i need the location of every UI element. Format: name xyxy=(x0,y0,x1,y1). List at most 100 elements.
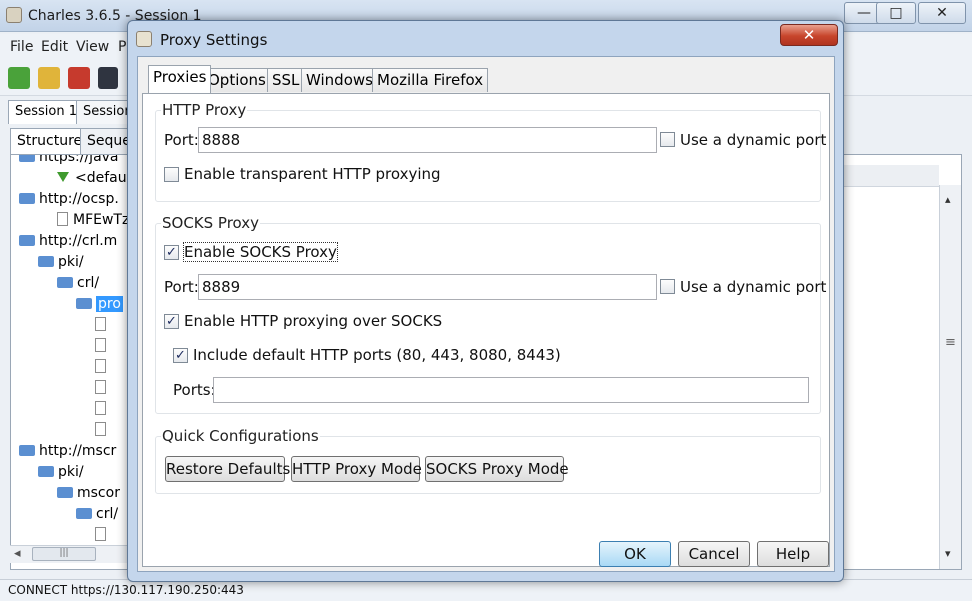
tree-row-label: pki/ xyxy=(58,464,84,480)
folder-icon xyxy=(19,235,35,246)
restore-defaults-button[interactable]: Restore Defaults xyxy=(165,456,290,482)
folder-icon xyxy=(57,487,73,498)
folder-icon xyxy=(19,193,35,204)
maximize-button[interactable]: □ xyxy=(876,2,916,24)
tree-row-label: crl/ xyxy=(77,275,100,291)
proxy-settings-dialog: Proxy Settings ✕ Proxies Options SSL Win… xyxy=(127,20,844,582)
socks-proxy-mode-button[interactable]: SOCKS Proxy Mode xyxy=(425,456,569,482)
tree-row-label: mscor xyxy=(77,485,120,501)
menu-edit[interactable]: Edit xyxy=(41,39,68,55)
scroll-grip-icon[interactable]: ≡ xyxy=(945,335,956,350)
tree-row-label: pki/ xyxy=(58,254,84,270)
menu-proxy[interactable]: P xyxy=(118,39,126,55)
transparent-proxying-checkbox[interactable] xyxy=(164,167,179,182)
tab-ssl[interactable]: SSL xyxy=(267,68,305,92)
tree-row-label: https://java xyxy=(39,154,119,165)
tree-row[interactable]: pro xyxy=(76,296,123,316)
tree-row[interactable]: mscor xyxy=(57,485,120,505)
tree-row[interactable]: crl/ xyxy=(57,275,99,295)
enable-socks-checkbox[interactable]: ✓ xyxy=(164,245,179,260)
dialog-app-icon xyxy=(136,31,152,47)
file-icon xyxy=(57,212,68,226)
tab-structure[interactable]: Structure xyxy=(10,128,90,154)
folder-icon xyxy=(76,508,92,519)
dialog-title: Proxy Settings xyxy=(160,31,268,49)
tree-row[interactable] xyxy=(95,401,111,421)
tree-row[interactable]: MFEwTz xyxy=(57,212,129,232)
tree-row[interactable]: https://java xyxy=(19,154,119,169)
http-over-socks-checkbox[interactable]: ✓ xyxy=(164,314,179,329)
tree-row[interactable]: <default xyxy=(57,170,136,190)
tree-row[interactable] xyxy=(95,317,111,337)
detail-panel: ▴ ≡ ▾ xyxy=(828,154,962,570)
download-arrow-icon xyxy=(57,172,69,182)
tree-row-label: pro xyxy=(96,296,123,312)
tree-row[interactable]: http://crl.m xyxy=(19,233,117,253)
socks-port-input[interactable] xyxy=(198,274,657,300)
http-over-socks-label[interactable]: Enable HTTP proxying over SOCKS xyxy=(184,312,442,330)
http-proxy-mode-button[interactable]: HTTP Proxy Mode xyxy=(291,456,422,482)
detail-vertical-scrollbar[interactable]: ▴ ≡ ▾ xyxy=(939,185,961,569)
tab-options[interactable]: Options xyxy=(203,68,271,92)
http-dynamic-port-label[interactable]: Use a dynamic port xyxy=(680,131,826,149)
tree-row[interactable] xyxy=(95,359,111,379)
scroll-thumb[interactable]: ||| xyxy=(32,547,96,561)
http-proxy-title: HTTP Proxy xyxy=(161,101,248,119)
file-icon xyxy=(95,338,106,352)
ports-input[interactable] xyxy=(213,377,809,403)
enable-socks-label[interactable]: Enable SOCKS Proxy xyxy=(183,242,338,262)
transparent-proxying-label[interactable]: Enable transparent HTTP proxying xyxy=(184,165,441,183)
new-session-icon[interactable] xyxy=(8,67,30,89)
close-session-icon[interactable] xyxy=(68,67,90,89)
ok-button[interactable]: OK xyxy=(599,541,671,567)
socks-dynamic-port-checkbox[interactable] xyxy=(660,279,675,294)
save-session-icon[interactable] xyxy=(98,67,118,89)
http-port-label: Port: xyxy=(164,131,199,149)
http-dynamic-port-checkbox[interactable] xyxy=(660,132,675,147)
tree-row-label: MFEwTz xyxy=(73,212,130,228)
socks-dynamic-port-label[interactable]: Use a dynamic port xyxy=(680,278,826,296)
menu-file[interactable]: File xyxy=(10,39,33,55)
tab-windows[interactable]: Windows xyxy=(301,68,378,92)
tree-row[interactable] xyxy=(95,338,111,358)
tree-row[interactable] xyxy=(95,422,111,442)
socks-proxy-title: SOCKS Proxy xyxy=(161,214,261,232)
default-ports-label[interactable]: Include default HTTP ports (80, 443, 808… xyxy=(193,346,561,364)
structure-tree: https://java <default http://ocsp. MFEwTz ht… xyxy=(10,154,140,570)
quick-config-title: Quick Configurations xyxy=(161,427,320,445)
dialog-close-button[interactable]: ✕ xyxy=(780,24,838,46)
folder-icon xyxy=(76,298,92,309)
tree-horizontal-scrollbar[interactable]: ◂ ||| xyxy=(10,545,140,563)
detail-header xyxy=(829,165,939,187)
proxies-pane: HTTP Proxy Port: Use a dynamic port Enab… xyxy=(142,93,830,567)
help-button[interactable]: Help xyxy=(757,541,829,567)
folder-icon xyxy=(19,155,35,162)
default-ports-checkbox[interactable]: ✓ xyxy=(173,348,188,363)
tree-row-label: http://crl.m xyxy=(39,233,118,249)
file-icon xyxy=(95,359,106,373)
tree-row[interactable] xyxy=(95,527,111,547)
main-close-button[interactable]: ✕ xyxy=(918,2,966,24)
tab-proxies[interactable]: Proxies xyxy=(148,65,212,93)
tab-mozilla-firefox[interactable]: Mozilla Firefox xyxy=(372,68,489,92)
folder-icon xyxy=(19,445,35,456)
tree-row[interactable]: pki/ xyxy=(38,464,84,484)
file-icon xyxy=(95,401,106,415)
tab-session-1[interactable]: Session 1 xyxy=(8,100,85,124)
scroll-down-icon[interactable]: ▾ xyxy=(945,547,951,560)
scroll-left-icon[interactable]: ◂ xyxy=(14,546,21,561)
tree-row[interactable] xyxy=(95,380,111,400)
http-port-input[interactable] xyxy=(198,127,657,153)
tree-row[interactable]: crl/ xyxy=(76,506,118,526)
tree-row-label: http://mscr xyxy=(39,443,117,459)
tree-row[interactable]: http://mscr xyxy=(19,443,116,463)
tree-row[interactable]: pki/ xyxy=(38,254,84,274)
tree-row[interactable]: http://ocsp. xyxy=(19,191,119,211)
scroll-up-icon[interactable]: ▴ xyxy=(945,193,951,206)
cancel-button[interactable]: Cancel xyxy=(678,541,750,567)
dialog-body: Proxies Options SSL Windows Mozilla Fire… xyxy=(137,56,835,572)
http-proxy-group xyxy=(155,110,821,202)
open-session-icon[interactable] xyxy=(38,67,60,89)
menu-view[interactable]: View xyxy=(76,39,109,55)
status-text: CONNECT https://130.117.190.250:443 xyxy=(8,583,244,597)
